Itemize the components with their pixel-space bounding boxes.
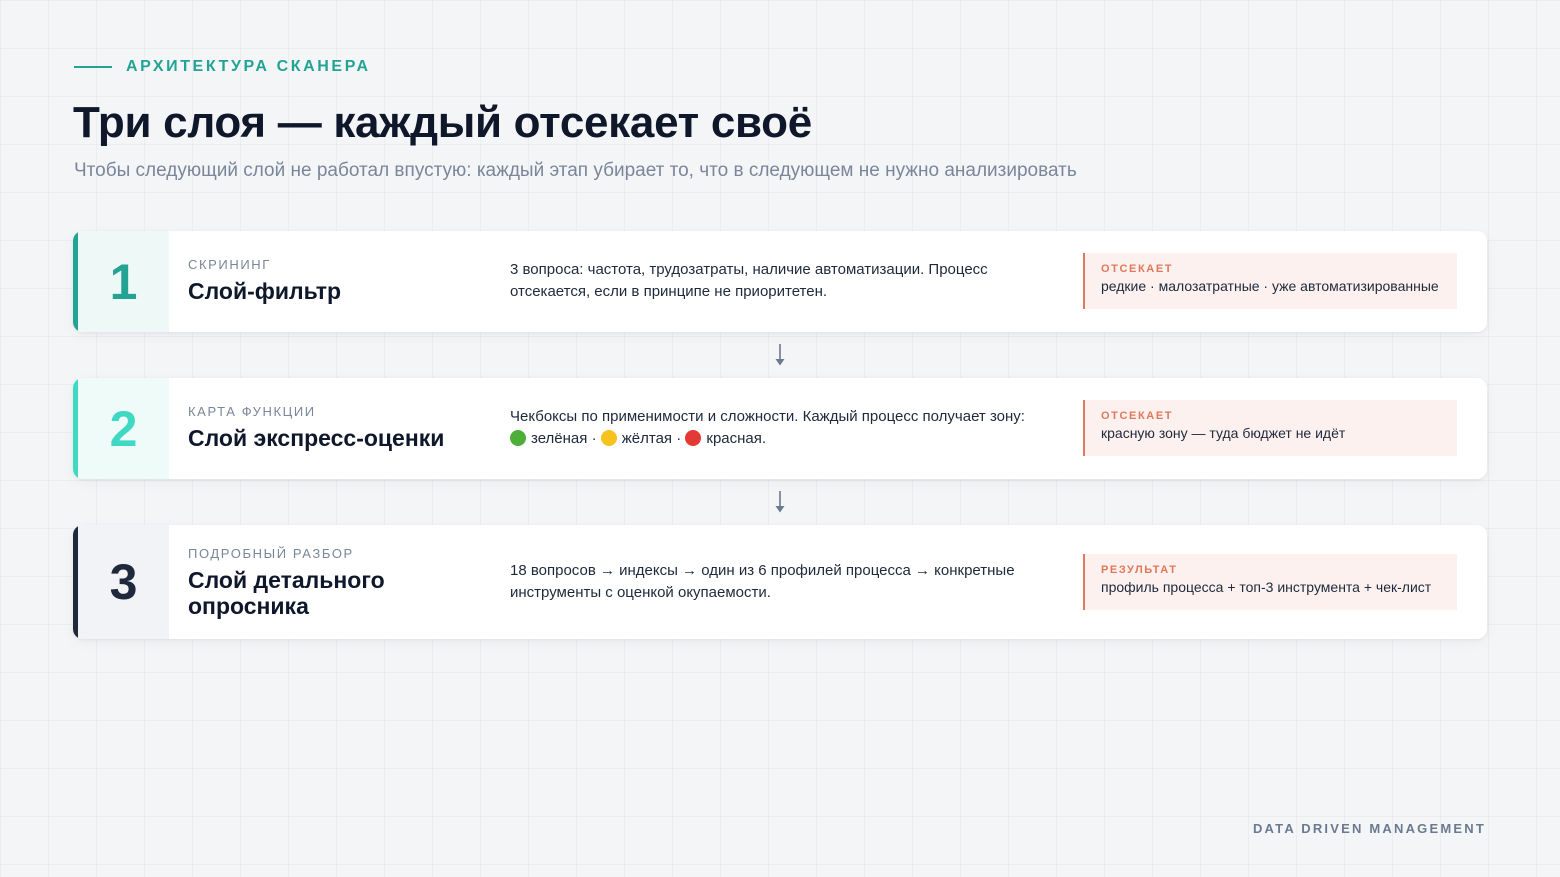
red-zone-dot-icon (685, 430, 702, 446)
layer-heading: КАРТА ФУНКЦИИ Слой экспресс-оценки (188, 404, 444, 451)
layer-card-screening: 1 СКРИНИНГ Слой-фильтр 3 вопроса: частот… (73, 231, 1487, 332)
layer-description-line: Чекбоксы по применимости и сложности. Ка… (510, 408, 1025, 425)
layer-name: Слой экспресс-оценки (188, 425, 445, 451)
badge-label: ОТСЕКАЕТ (1101, 410, 1174, 422)
badge-text: красную зону — туда бюджет не идёт (1101, 425, 1346, 441)
footer-brand: DATA DRIVEN MANAGEMENT (1252, 821, 1486, 836)
zone-yellow-label: жёлтая (621, 430, 673, 447)
cutoff-badge: ОТСЕКАЕТ редкие · малозатратные · уже ав… (1083, 253, 1457, 309)
layer-heading: СКРИНИНГ Слой-фильтр (188, 257, 341, 304)
badge-label: РЕЗУЛЬТАТ (1101, 564, 1178, 576)
eyebrow-text: АРХИТЕКТУРА СКАНЕРА (126, 58, 371, 75)
layer-kicker: ПОДРОБНЫЙ РАЗБОР (188, 546, 354, 561)
layer-description: 18 вопросов → индексы → один из 6 профил… (510, 562, 1015, 601)
arrow-down-icon (775, 491, 785, 513)
layer-name: Слой-фильтр (188, 278, 342, 304)
zone-separator: · (587, 430, 601, 447)
page-subtitle: Чтобы следующий слой не работал впустую:… (74, 160, 1077, 181)
layer-card-detailed: 3 ПОДРОБНЫЙ РАЗБОР Слой детального опрос… (73, 525, 1487, 639)
layer-name: Слой детального опросника (188, 567, 385, 620)
layer-description: Чекбоксы по применимости и сложности. Ка… (510, 406, 1055, 450)
zone-red-label: красная. (706, 430, 767, 447)
yellow-zone-dot-icon (600, 430, 617, 446)
cutoff-badge: ОТСЕКАЕТ красную зону — туда бюджет не и… (1083, 400, 1457, 456)
eyebrow-line (74, 66, 112, 68)
layer-heading: ПОДРОБНЫЙ РАЗБОР Слой детального опросни… (188, 546, 448, 620)
layer-number: 1 (73, 231, 169, 332)
layer-description: 3 вопроса: частота, трудозатраты, наличи… (510, 261, 988, 300)
badge-text: профиль процесса + топ-3 инструмента + ч… (1101, 579, 1432, 595)
result-badge: РЕЗУЛЬТАТ профиль процесса + топ-3 инстр… (1083, 554, 1457, 610)
page-title: Три слоя — каждый отсекает своё (73, 98, 812, 147)
layer-card-express: 2 КАРТА ФУНКЦИИ Слой экспресс-оценки Чек… (73, 378, 1487, 479)
badge-text: редкие · малозатратные · уже автоматизир… (1101, 278, 1439, 294)
green-zone-dot-icon (510, 430, 526, 446)
layer-number: 3 (73, 525, 169, 639)
arrow-down-icon (775, 344, 785, 366)
layer-kicker: СКРИНИНГ (188, 257, 271, 272)
layer-number: 2 (73, 378, 169, 479)
layer-kicker: КАРТА ФУНКЦИИ (188, 404, 316, 419)
badge-label: ОТСЕКАЕТ (1101, 263, 1174, 275)
zone-green-label: зелёная (531, 430, 588, 447)
eyebrow: АРХИТЕКТУРА СКАНЕРА (74, 58, 371, 76)
zone-separator: · (672, 430, 686, 447)
